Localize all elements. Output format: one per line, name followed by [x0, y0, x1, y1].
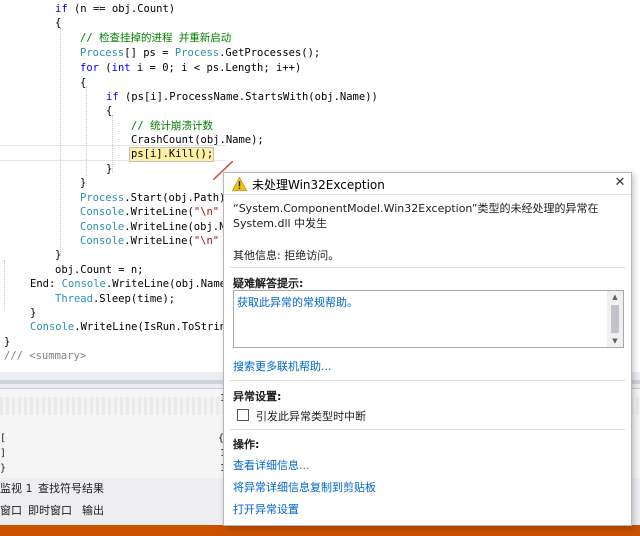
code-line: if (n == obj.Count) — [55, 3, 176, 15]
scroll-down-icon[interactable]: ▼ — [607, 335, 623, 347]
code-line: for (int i = 0; i < ps.Length; i++) — [80, 62, 302, 74]
break-on-exception-checkbox[interactable] — [237, 409, 249, 421]
divider — [230, 267, 625, 268]
tips-scrollbar[interactable]: ▲ ▼ — [607, 291, 623, 347]
actions-title: 操作: — [233, 438, 260, 451]
watch-row-mark: [ — [0, 433, 7, 444]
divider — [230, 429, 625, 430]
code-line: Thread.Sleep(time); — [55, 293, 176, 305]
indent-guide — [60, 28, 61, 256]
popup-title: 未处理Win32Exception — [252, 178, 385, 192]
scroll-up-icon[interactable]: ▲ — [607, 291, 623, 303]
open-exception-settings-link[interactable]: 打开异常设置 — [233, 501, 299, 517]
exception-statement: ps[i].Kill(); — [131, 148, 214, 160]
code-line: obj.Count = n; — [55, 264, 144, 276]
tab-immediate-window[interactable]: 即时窗口 — [28, 500, 72, 522]
exception-helper-popup: 未处理Win32Exception ✕ “System.ComponentMod… — [223, 172, 632, 526]
general-help-link[interactable]: 获取此异常的常规帮助。 — [237, 294, 358, 310]
exception-settings-title: 异常设置: — [233, 390, 282, 403]
debug-status-bar — [0, 525, 640, 536]
code-line: Console.WriteLine("\n" — [80, 206, 220, 218]
code-line: Console.WriteLine(IsRun.ToStrin — [30, 321, 226, 333]
code-line: { — [55, 17, 62, 29]
exception-message: “System.ComponentModel.Win32Exception”类型… — [233, 202, 599, 230]
code-line: Process.Start(obj.Path) — [80, 192, 226, 204]
code-line: Process[] ps = Process.GetProcesses(); — [80, 47, 321, 59]
code-line: End: Console.WriteLine(obj.Name — [30, 278, 226, 290]
indent-guide — [4, 260, 5, 310]
scroll-thumb[interactable] — [611, 305, 619, 333]
code-line: } — [80, 177, 87, 189]
code-line: { — [80, 77, 87, 89]
code-line: CrashCount(obj.Name); — [131, 134, 264, 146]
popup-header: 未处理Win32Exception ✕ — [224, 173, 631, 195]
divider — [230, 380, 625, 381]
troubleshooting-title: 疑难解答提示: — [233, 277, 304, 290]
warning-icon — [232, 177, 247, 191]
tab-window[interactable]: 窗口 — [0, 500, 22, 522]
tab-output[interactable]: 输出 — [82, 500, 104, 522]
break-on-exception-label[interactable]: 引发此异常类型时中断 — [256, 408, 366, 424]
copy-details-link[interactable]: 将异常详细信息复制到剪贴板 — [233, 479, 376, 495]
troubleshooting-tips-box[interactable]: 获取此异常的常规帮助。 ▲ ▼ — [233, 290, 624, 348]
code-line: } — [55, 249, 62, 261]
code-line: Console.WriteLine(obj.N — [80, 221, 226, 233]
code-line: } — [4, 336, 11, 348]
code-line: } — [106, 163, 113, 175]
other-info: 其他信息: 拒绝访问。 — [233, 249, 340, 262]
code-line: Console.WriteLine("\n" — [80, 235, 220, 247]
view-details-link[interactable]: 查看详细信息... — [233, 457, 310, 473]
indent-guide — [86, 86, 87, 186]
watch-row-mark: ] — [0, 448, 7, 459]
close-icon[interactable]: ✕ — [612, 174, 628, 192]
search-online-help-link[interactable]: 搜索更多联机帮助... — [233, 358, 332, 374]
xml-doc-comment: /// <summary> — [4, 350, 87, 362]
tab-find-symbol-results[interactable]: 查找符号结果 — [38, 478, 104, 500]
code-line: if (ps[i].ProcessName.StartsWith(obj.Nam… — [106, 91, 378, 103]
code-line: { — [106, 105, 113, 117]
code-line: } — [30, 307, 37, 319]
code-comment: // 统计崩溃计数 — [131, 120, 213, 132]
tab-watch-1[interactable]: 监视 1 — [0, 478, 33, 500]
code-comment: // 检查挂掉的进程 并重新启动 — [80, 32, 232, 44]
watch-row-mark: } — [0, 463, 7, 474]
